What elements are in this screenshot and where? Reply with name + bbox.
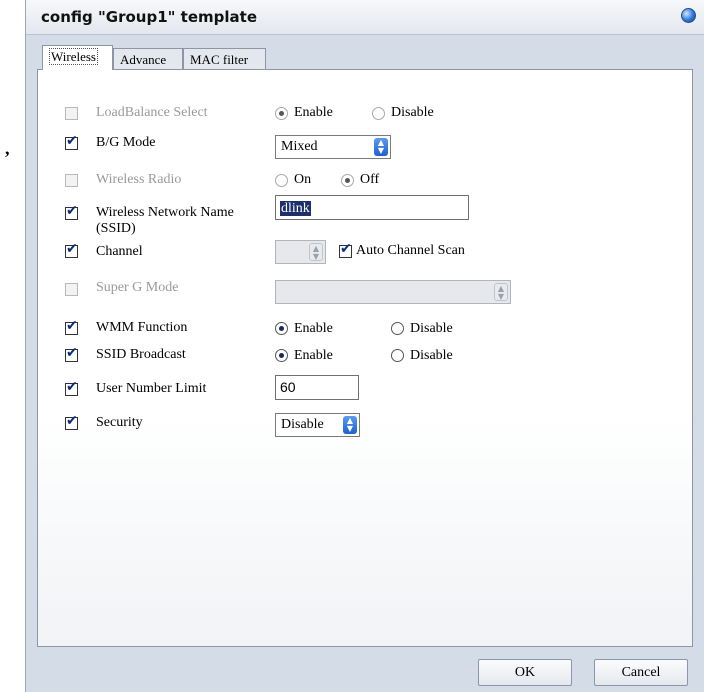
wireless-radio-off-label: Off xyxy=(360,172,380,187)
tab-mac-filter[interactable]: MAC filter xyxy=(183,48,266,69)
wireless-radio-label: Wireless Radio xyxy=(96,172,182,187)
load-balance-enable-radio[interactable] xyxy=(275,107,288,120)
bg-mode-checkbox[interactable] xyxy=(65,133,78,150)
ok-button[interactable]: OK xyxy=(478,659,572,686)
bg-mode-label: B/G Mode xyxy=(96,135,156,150)
ssid-checkbox[interactable] xyxy=(65,203,78,220)
tab-wireless[interactable]: Wireless xyxy=(42,45,113,70)
wmm-label: WMM Function xyxy=(96,320,188,335)
ssid-broadcast-enable-radio[interactable] xyxy=(275,349,288,362)
wmm-enable-radio[interactable] xyxy=(275,322,288,335)
load-balance-enable-label: Enable xyxy=(294,105,333,120)
load-balance-checkbox[interactable] xyxy=(65,107,78,120)
select-arrows-icon: ▲ ▼ xyxy=(343,416,357,434)
channel-checkbox[interactable] xyxy=(65,241,78,258)
wireless-panel: LoadBalance Select Enable Disable B/G Mo… xyxy=(37,69,693,647)
select-arrows-icon: ▲ ▼ xyxy=(309,243,323,261)
ssid-label: Wireless Network Name (SSID) xyxy=(96,205,234,237)
security-label: Security xyxy=(96,415,143,430)
ssid-label-line2: (SSID) xyxy=(96,221,136,236)
load-balance-label: LoadBalance Select xyxy=(96,105,208,120)
channel-label: Channel xyxy=(96,244,143,259)
ssid-value: dlink xyxy=(280,201,311,216)
security-select[interactable]: Disable ▲ ▼ xyxy=(275,413,360,437)
tab-advance[interactable]: Advance xyxy=(113,48,183,69)
super-g-select[interactable]: ▲ ▼ xyxy=(275,280,511,304)
user-limit-input[interactable]: 60 xyxy=(275,375,359,400)
user-limit-label: User Number Limit xyxy=(96,381,207,396)
select-arrows-icon: ▲ ▼ xyxy=(374,138,388,156)
auto-channel-scan-label: Auto Channel Scan xyxy=(356,243,465,258)
security-value: Disable xyxy=(281,417,324,432)
window-orb-icon[interactable] xyxy=(681,8,696,23)
wireless-radio-on-radio[interactable] xyxy=(275,174,288,187)
wireless-radio-off-radio[interactable] xyxy=(341,174,354,187)
auto-channel-scan-checkbox[interactable] xyxy=(339,241,352,258)
wireless-radio-on-label: On xyxy=(294,172,312,187)
select-arrows-icon: ▲ ▼ xyxy=(494,283,508,301)
ssid-broadcast-disable-label: Disable xyxy=(410,348,453,363)
ssid-input[interactable]: dlink xyxy=(275,195,469,220)
ssid-broadcast-disable-radio[interactable] xyxy=(391,349,404,362)
ssid-broadcast-label: SSID Broadcast xyxy=(96,347,186,362)
title-bar: config "Group1" template xyxy=(26,0,704,35)
wmm-disable-label: Disable xyxy=(410,321,453,336)
stray-comma: , xyxy=(5,138,10,158)
cancel-button[interactable]: Cancel xyxy=(594,659,688,686)
wmm-checkbox[interactable] xyxy=(65,318,78,335)
dialog-title: config "Group1" template xyxy=(41,8,257,26)
bg-mode-select[interactable]: Mixed ▲ ▼ xyxy=(275,135,391,159)
ssid-broadcast-checkbox[interactable] xyxy=(65,345,78,362)
ssid-broadcast-enable-label: Enable xyxy=(294,348,333,363)
load-balance-disable-radio[interactable] xyxy=(372,107,385,120)
security-checkbox[interactable] xyxy=(65,413,78,430)
ssid-label-line1: Wireless Network Name xyxy=(96,205,234,220)
bg-mode-value: Mixed xyxy=(281,139,318,154)
config-dialog: config "Group1" template Wireless Advanc… xyxy=(25,0,704,692)
load-balance-disable-label: Disable xyxy=(391,105,434,120)
wmm-enable-label: Enable xyxy=(294,321,333,336)
wmm-disable-radio[interactable] xyxy=(391,322,404,335)
super-g-label: Super G Mode xyxy=(96,280,179,295)
user-limit-checkbox[interactable] xyxy=(65,379,78,396)
super-g-checkbox[interactable] xyxy=(65,283,78,296)
channel-select[interactable]: ▲ ▼ xyxy=(275,240,326,264)
wireless-radio-checkbox[interactable] xyxy=(65,174,78,187)
